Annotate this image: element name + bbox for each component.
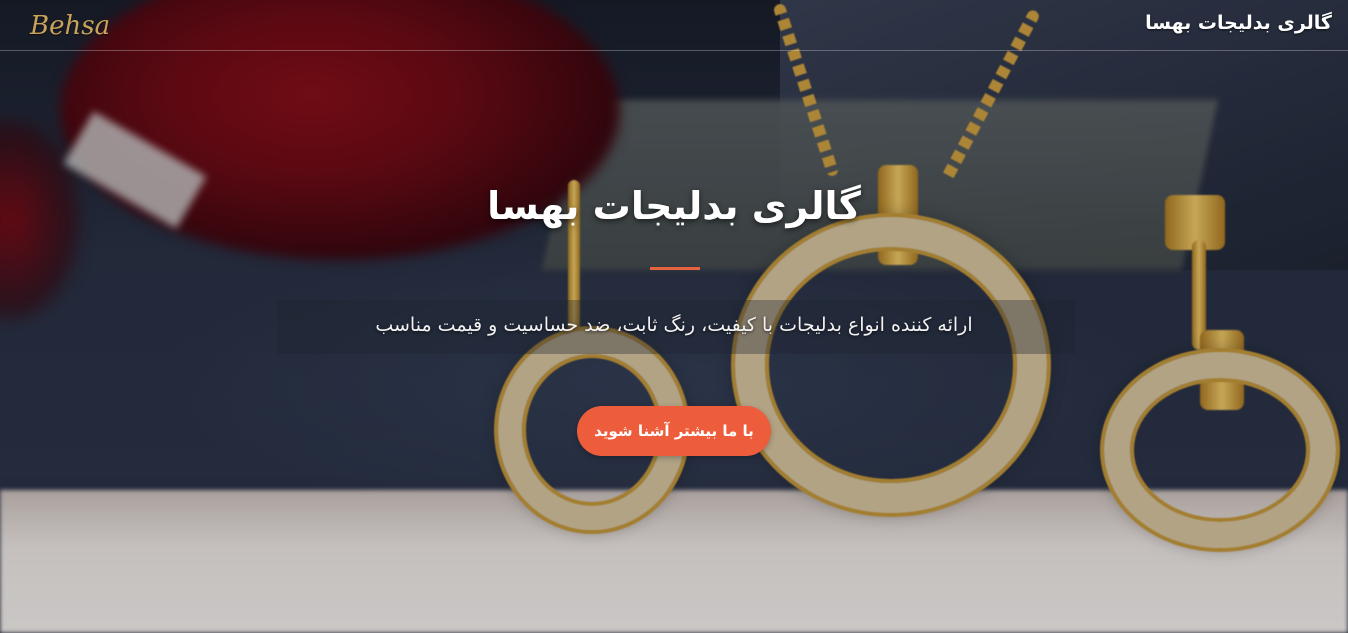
- title-divider: [650, 267, 700, 270]
- learn-more-button[interactable]: با ما بیشتر آشنا شوید: [577, 406, 771, 456]
- hero-subtitle: ارائه کننده انواع بدلیجات با کیفیت، رنگ …: [375, 314, 973, 336]
- hero-title: گالری بدلیجات بهسا: [487, 184, 861, 228]
- hero-content: گالری بدلیجات بهسا ارائه کننده انواع بدل…: [0, 0, 1348, 633]
- top-navbar: Behsa گالری بدلیجات بهسا: [0, 0, 1348, 51]
- navbar-brand-title[interactable]: گالری بدلیجات بهسا: [1145, 12, 1332, 34]
- brand-logo[interactable]: Behsa: [30, 11, 110, 41]
- hero-section: Behsa گالری بدلیجات بهسا گالری بدلیجات ب…: [0, 0, 1348, 633]
